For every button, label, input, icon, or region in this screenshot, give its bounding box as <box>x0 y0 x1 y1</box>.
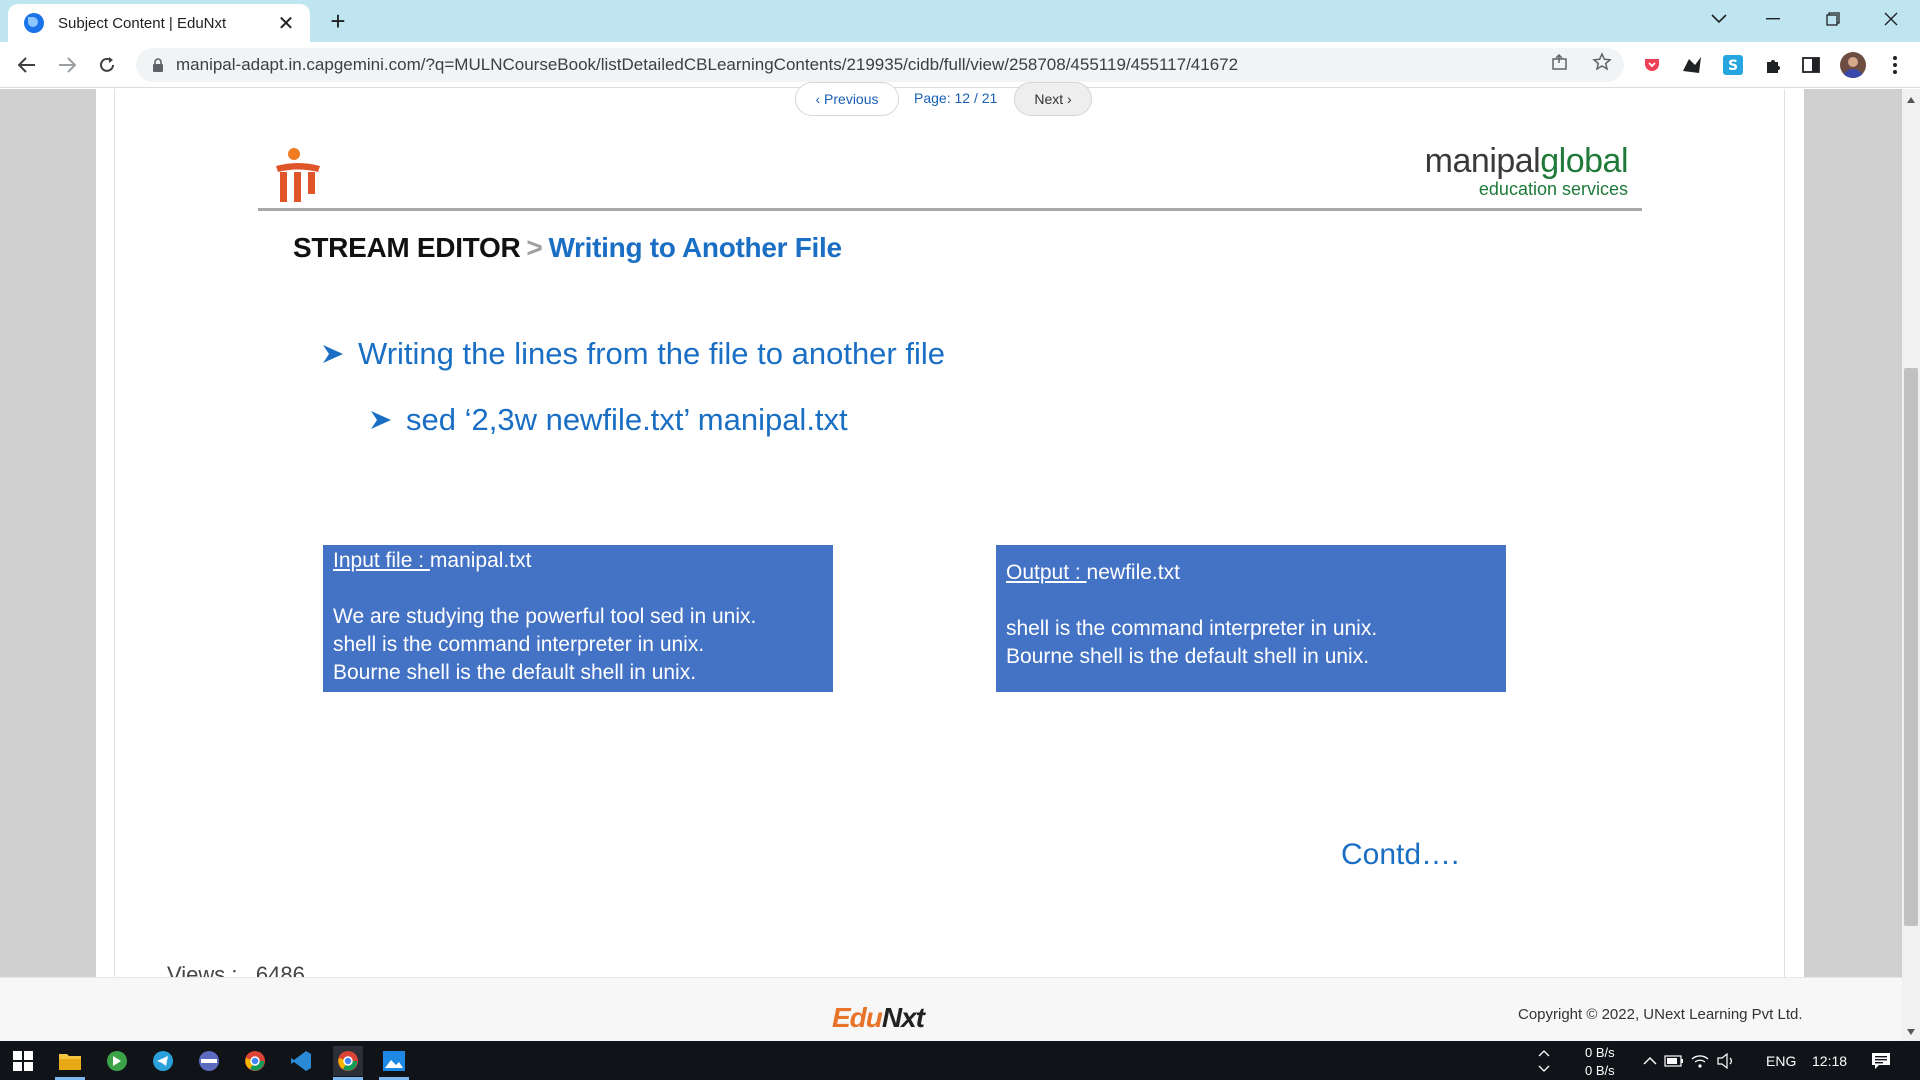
tab-title: Subject Content | EduNxt <box>58 14 227 32</box>
slide-title-separator: > <box>526 232 543 263</box>
back-icon[interactable] <box>12 50 42 80</box>
tab-subject-content[interactable]: Subject Content | EduNxt ✕ <box>8 4 310 42</box>
profile-avatar[interactable] <box>1840 52 1866 78</box>
reload-icon[interactable] <box>92 50 122 80</box>
slide-title-topic: Writing to Another File <box>548 232 842 263</box>
s-extension-icon[interactable]: S <box>1722 54 1744 76</box>
svg-text:S: S <box>1728 58 1738 74</box>
vpn-app-icon[interactable] <box>194 1046 224 1076</box>
edunxt-logo: EduNxt <box>832 1002 925 1034</box>
input-file-box: Input file : manipal.txt We are studying… <box>323 545 833 692</box>
input-file-label: Input file : <box>333 549 430 572</box>
edunxt-favicon-icon <box>24 13 44 33</box>
page-value: 12 / 21 <box>954 90 998 106</box>
scroll-up-icon[interactable] <box>1902 92 1920 108</box>
output-file-line: shell is the command interpreter in unix… <box>1006 617 1378 640</box>
extension-dark-icon[interactable] <box>1681 54 1703 76</box>
green-app-icon[interactable] <box>102 1046 132 1076</box>
battery-icon[interactable] <box>1662 1046 1686 1076</box>
vscode-icon[interactable] <box>286 1046 316 1076</box>
manipal-global-brand: manipalglobal education services <box>1380 142 1629 200</box>
brand-subtitle: education services <box>1478 179 1628 199</box>
slide-header-divider <box>258 208 1642 211</box>
bullet-2-text: sed ‘2,3w newfile.txt’ manipal.txt <box>406 402 848 437</box>
pocket-extension-icon[interactable] <box>1641 54 1663 76</box>
input-file-line: Bourne shell is the default shell in uni… <box>333 661 697 684</box>
minimize-icon[interactable] <box>1746 0 1800 38</box>
side-panel-icon[interactable] <box>1800 54 1822 76</box>
bullet-arrow-icon <box>370 409 392 431</box>
tray-chevron-up-icon[interactable] <box>1638 1046 1662 1076</box>
copyright-text: Copyright © 2022, UNext Learning Pvt Ltd… <box>1518 1006 1803 1023</box>
wifi-icon[interactable] <box>1688 1046 1712 1076</box>
net-download-speed: 0 B/s <box>1585 1063 1615 1078</box>
lock-icon <box>152 58 164 72</box>
volume-icon[interactable] <box>1714 1046 1738 1076</box>
input-file-line: We are studying the powerful tool sed in… <box>333 605 757 628</box>
slide-title-section: STREAM EDITOR <box>293 232 521 263</box>
telegram-icon[interactable] <box>148 1046 178 1076</box>
net-upload-speed: 0 B/s <box>1585 1045 1615 1060</box>
brand-main-1: manipal <box>1424 142 1541 180</box>
input-file-name: manipal.txt <box>429 549 532 572</box>
input-language[interactable]: ENG <box>1766 1053 1796 1069</box>
bullet-level-2: sed ‘2,3w newfile.txt’ manipal.txt <box>370 402 848 438</box>
output-file-label: Output : <box>1006 561 1087 584</box>
input-file-line: shell is the command interpreter in unix… <box>333 633 705 656</box>
chrome-profile-icon[interactable] <box>333 1046 363 1076</box>
bullet-level-1: Writing the lines from the file to anoth… <box>322 336 945 372</box>
bookmark-star-icon[interactable] <box>1590 50 1614 74</box>
scrollbar-thumb[interactable] <box>1904 368 1918 926</box>
browser-tab-bar: Subject Content | EduNxt ✕ + <box>0 0 1920 42</box>
bullet-arrow-icon <box>322 343 344 365</box>
bullet-1-text: Writing the lines from the file to anoth… <box>358 336 945 371</box>
output-file-line: Bourne shell is the default shell in uni… <box>1006 645 1370 668</box>
file-explorer-icon[interactable] <box>55 1046 85 1076</box>
edunxt-logo-part2: Nxt <box>881 1002 925 1033</box>
output-file-box: Output : newfile.txt shell is the comman… <box>996 545 1506 692</box>
share-icon[interactable] <box>1548 50 1572 74</box>
close-tab-icon[interactable]: ✕ <box>276 11 296 36</box>
brand-main-2: global <box>1540 142 1628 180</box>
tab-search-chevron-icon[interactable] <box>1692 0 1746 38</box>
photos-app-icon[interactable] <box>379 1046 409 1076</box>
browser-menu-icon[interactable] <box>1884 54 1906 76</box>
edunxt-logo-part1: Edu <box>832 1002 883 1033</box>
page-indicator: Page: 12 / 21 <box>914 90 997 106</box>
content-frame <box>114 89 1785 977</box>
restore-icon[interactable] <box>1806 0 1860 38</box>
extensions-puzzle-icon[interactable] <box>1762 54 1784 76</box>
close-window-icon[interactable] <box>1864 0 1918 38</box>
url-text: manipal-adapt.in.capgemini.com/?q=MULNCo… <box>176 55 1239 74</box>
forward-icon[interactable] <box>52 50 82 80</box>
notifications-icon[interactable] <box>1866 1046 1896 1076</box>
network-speed-arrows-icon <box>1530 1046 1558 1076</box>
previous-page-button[interactable]: ‹ Previous <box>795 82 899 116</box>
chrome-icon[interactable] <box>240 1046 270 1076</box>
browser-toolbar: manipal-adapt.in.capgemini.com/?q=MULNCo… <box>0 42 1920 88</box>
new-tab-icon[interactable]: + <box>322 6 354 38</box>
next-page-button[interactable]: Next › <box>1014 82 1092 116</box>
address-bar[interactable]: manipal-adapt.in.capgemini.com/?q=MULNCo… <box>136 48 1624 82</box>
slide-title: STREAM EDITOR > Writing to Another File <box>293 232 842 264</box>
page-label: Page: <box>914 90 951 106</box>
manipal-logo-icon <box>276 148 320 202</box>
continued-label: Contd…. <box>1341 838 1460 871</box>
clock-time[interactable]: 12:18 <box>1812 1053 1847 1069</box>
windows-start-icon[interactable] <box>8 1046 38 1076</box>
scroll-down-icon[interactable] <box>1902 1024 1920 1040</box>
output-file-name: newfile.txt <box>1086 561 1180 584</box>
